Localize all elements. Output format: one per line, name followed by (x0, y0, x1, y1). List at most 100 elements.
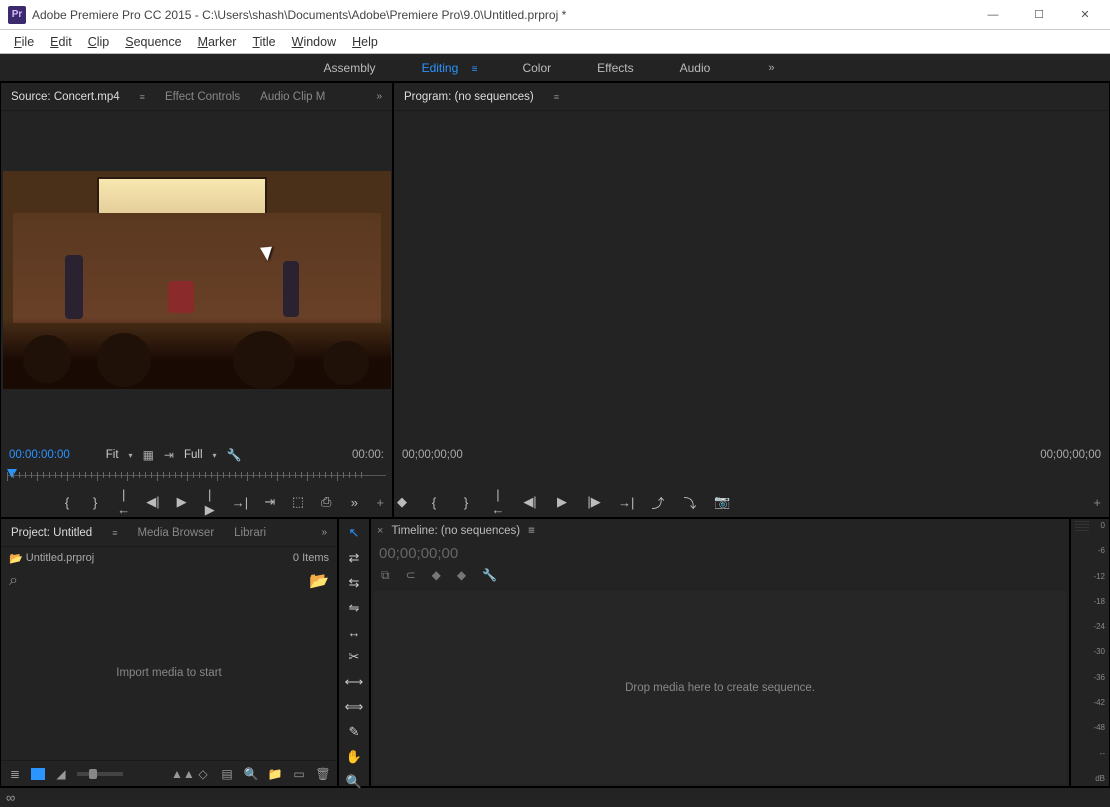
rolling-edit-tool[interactable]: ⇋ (344, 600, 364, 616)
tab-program[interactable]: Program: (no sequences) (404, 91, 534, 103)
add-marker-button[interactable]: ◆ (394, 494, 410, 510)
timeline-settings-icon[interactable]: 🔧 (482, 568, 497, 583)
project-bin-row[interactable]: 📂 Untitled.prproj 0 Items (1, 547, 337, 569)
creative-cloud-icon[interactable]: ∞ (6, 790, 15, 805)
ripple-edit-tool[interactable]: ⇆ (344, 575, 364, 591)
find-icon[interactable]: 🔍 (243, 767, 259, 781)
auto-sequence-icon[interactable]: ◇ (195, 767, 211, 781)
sort-icon[interactable]: ▲▲ (171, 767, 187, 781)
delete-button[interactable]: 🗑 (315, 767, 331, 781)
grid-icon[interactable]: ▦ (143, 448, 154, 462)
menu-sequence[interactable]: Sequence (117, 30, 189, 54)
extract-button[interactable]: ⤵ (682, 493, 698, 512)
play-button[interactable]: ▶ (176, 494, 188, 510)
go-to-out-button[interactable]: →| (618, 495, 634, 510)
source-resolution-select[interactable]: Full (184, 449, 203, 461)
hand-tool[interactable]: ✋ (344, 749, 364, 765)
project-drop-area[interactable]: Import media to start (1, 593, 337, 760)
source-monitor[interactable] (1, 111, 392, 441)
source-tabs-overflow-icon[interactable]: » (376, 91, 382, 102)
step-forward-button[interactable]: |▶ (586, 494, 602, 510)
minimize-button[interactable]: — (970, 0, 1016, 30)
output-icon[interactable]: ⇥ (164, 448, 174, 462)
tab-audio-clip-mixer[interactable]: Audio Clip M (260, 91, 325, 103)
icon-view-button[interactable] (31, 768, 45, 780)
tab-libraries[interactable]: Librari (234, 527, 266, 539)
selection-tool[interactable]: ↖ (344, 525, 364, 541)
timeline-drop-area[interactable]: Drop media here to create sequence. (373, 591, 1067, 784)
menu-file[interactable]: File (6, 30, 42, 54)
overwrite-button[interactable]: ⬚ (292, 494, 304, 510)
zoom-tool[interactable]: 🔍 (344, 774, 364, 790)
workspace-audio[interactable]: Audio (680, 61, 711, 75)
mark-out-button[interactable]: } (458, 495, 474, 510)
step-back-button[interactable]: ◀| (146, 494, 159, 510)
search-icon[interactable]: ⌕ (9, 572, 18, 590)
source-tab-menu-icon[interactable]: ≡ (140, 92, 145, 102)
source-timecode-left[interactable]: 00:00:00:00 (9, 449, 70, 461)
go-to-out-button[interactable]: →| (232, 495, 248, 510)
tab-project[interactable]: Project: Untitled (11, 527, 92, 539)
workspace-editing[interactable]: Editing (422, 61, 459, 75)
export-frame-button[interactable]: ⎙ (320, 494, 332, 510)
mark-in-button[interactable]: { (61, 495, 73, 510)
maximize-button[interactable]: ☐ (1016, 0, 1062, 30)
freeform-view-button[interactable]: ◢ (53, 767, 69, 781)
tab-timeline[interactable]: Timeline: (no sequences) (391, 525, 520, 537)
linked-selection-toggle[interactable]: ⊂ (406, 568, 416, 583)
workspace-color[interactable]: Color (522, 61, 551, 75)
lift-button[interactable]: ⤴ (650, 493, 666, 512)
close-button[interactable]: ✕ (1062, 0, 1108, 30)
program-timecode-left[interactable]: 00;00;00;00 (402, 449, 463, 461)
button-editor-icon[interactable]: + (1093, 495, 1109, 510)
timeline-tab-menu-icon[interactable]: ≡ (528, 525, 535, 537)
timeline-close-icon[interactable]: × (377, 525, 383, 537)
button-editor-icon[interactable]: + (376, 495, 392, 510)
source-playhead-icon[interactable] (7, 469, 17, 478)
export-frame-button[interactable]: 📷 (714, 494, 730, 510)
timeline-timecode[interactable]: 00;00;00;00 (371, 543, 1069, 568)
menu-title[interactable]: Title (244, 30, 283, 54)
razor-tool[interactable]: ✂ (344, 649, 364, 665)
find-in-bin-icon[interactable]: 📂 (309, 571, 329, 591)
new-item-button[interactable]: ▭ (291, 767, 307, 781)
workspace-overflow-icon[interactable]: » (756, 62, 786, 74)
play-button[interactable]: ▶ (554, 494, 570, 510)
column-settings-icon[interactable]: ▤ (219, 767, 235, 781)
go-to-in-button[interactable]: |← (117, 487, 130, 517)
workspace-assembly[interactable]: Assembly (324, 61, 376, 75)
source-time-ruler[interactable] (7, 469, 386, 487)
tab-effect-controls[interactable]: Effect Controls (165, 91, 240, 103)
mark-in-button[interactable]: { (426, 495, 442, 510)
marker-icon[interactable]: ◆ (457, 568, 466, 583)
source-zoom-select[interactable]: Fit (106, 449, 119, 461)
menu-help[interactable]: Help (344, 30, 386, 54)
menu-window[interactable]: Window (284, 30, 344, 54)
tab-source[interactable]: Source: Concert.mp4 (11, 91, 120, 103)
new-bin-button[interactable]: 📁 (267, 767, 283, 781)
step-back-button[interactable]: ◀| (522, 494, 538, 510)
transport-more-icon[interactable]: » (348, 495, 360, 510)
menu-clip[interactable]: Clip (80, 30, 118, 54)
rate-stretch-tool[interactable]: ↔ (344, 625, 364, 640)
add-marker-button[interactable]: ◆ (432, 568, 441, 583)
mark-out-button[interactable]: } (89, 495, 101, 510)
tab-media-browser[interactable]: Media Browser (137, 527, 214, 539)
project-tabs-overflow-icon[interactable]: » (321, 527, 327, 538)
menu-marker[interactable]: Marker (190, 30, 245, 54)
insert-button[interactable]: ⇥ (264, 494, 276, 510)
go-to-in-button[interactable]: |← (490, 487, 506, 517)
workspace-menu-icon[interactable]: ≡ (472, 64, 477, 75)
snap-toggle[interactable]: ⧉ (381, 568, 390, 583)
project-tab-menu-icon[interactable]: ≡ (112, 528, 117, 538)
track-select-tool[interactable]: ⇄ (344, 550, 364, 566)
list-view-button[interactable]: ≣ (7, 767, 23, 781)
slide-tool[interactable]: ⟺ (344, 699, 364, 715)
pen-tool[interactable]: ✎ (344, 724, 364, 740)
thumbnail-size-slider[interactable] (77, 772, 123, 776)
program-monitor[interactable] (394, 111, 1109, 441)
menu-edit[interactable]: Edit (42, 30, 80, 54)
slip-tool[interactable]: ⟷ (344, 674, 364, 690)
wrench-icon[interactable]: 🔧 (227, 448, 242, 462)
workspace-effects[interactable]: Effects (597, 61, 633, 75)
